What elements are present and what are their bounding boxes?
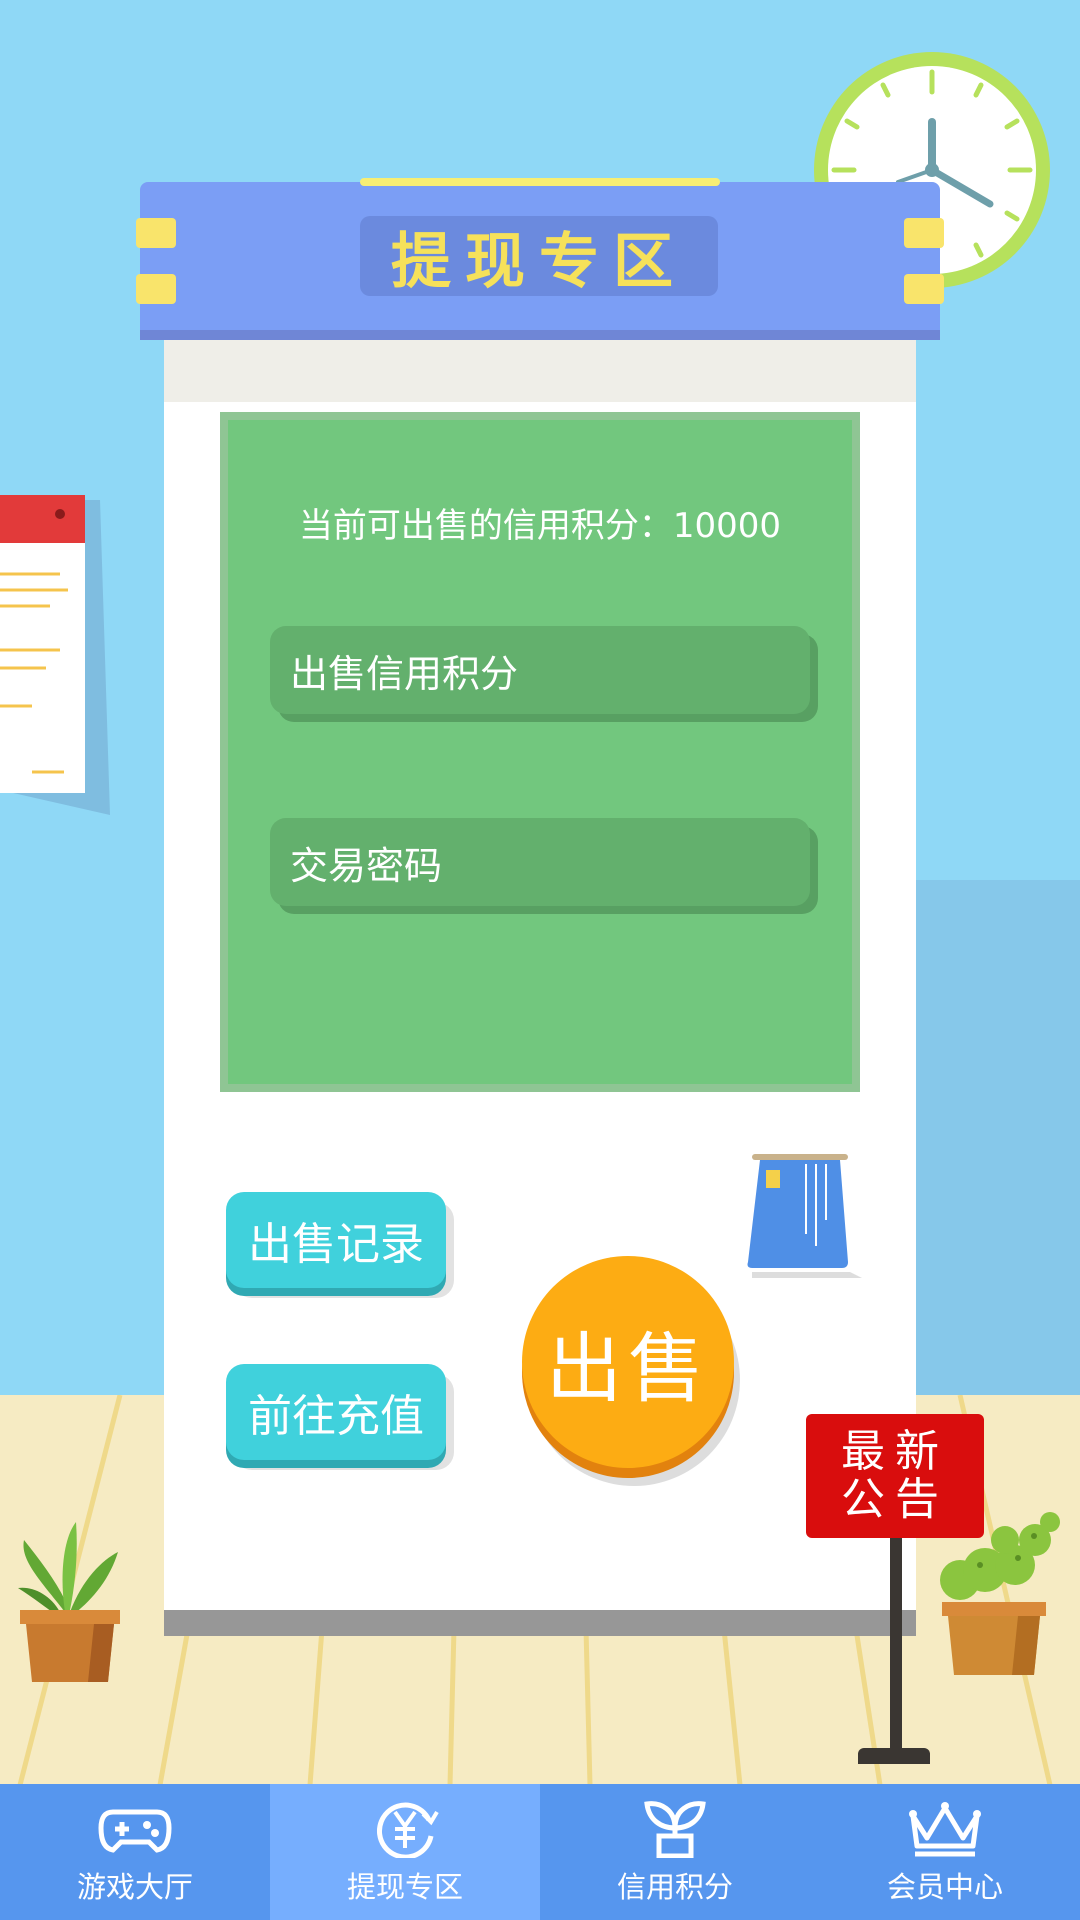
notice-base (858, 1748, 930, 1764)
notice-pole (890, 1538, 902, 1756)
page-title: 提现专区 (360, 216, 718, 297)
board-base (164, 1610, 916, 1636)
nav-label: 会员中心 (886, 1870, 1003, 1904)
board-header-edge (140, 330, 940, 340)
sprout-pot-icon (644, 1801, 706, 1858)
nav-label: 提现专区 (346, 1870, 463, 1904)
potted-plant-icon (18, 1522, 120, 1682)
nav-game-hall[interactable]: 游戏大厅 (0, 1784, 270, 1920)
title-rail (360, 178, 720, 186)
crown-icon (909, 1802, 981, 1857)
header-clip (136, 274, 176, 304)
notice-label-line1: 最新 (841, 1426, 949, 1477)
recharge-button[interactable]: 前往充值 (226, 1364, 446, 1460)
board-top-strip (164, 340, 916, 402)
trade-password-input[interactable]: 交易密码 (270, 818, 810, 906)
available-points-text: 当前可出售的信用积分：10000 (298, 506, 782, 546)
header-clip (136, 218, 176, 248)
nav-label: 信用积分 (616, 1870, 733, 1904)
cactus-pot-icon (940, 1512, 1060, 1675)
nav-withdraw-zone[interactable]: 提现专区 (270, 1784, 540, 1920)
calendar-icon (0, 495, 110, 815)
sell-button[interactable]: 出售 (522, 1256, 734, 1468)
nav-credit-points[interactable]: 信用积分 (540, 1784, 810, 1920)
nav-member-center[interactable]: 会员中心 (810, 1784, 1080, 1920)
bottom-nav: 游戏大厅 提现专区 信用积分 会员中心 (0, 1784, 1080, 1920)
card-holder-icon (747, 1154, 862, 1278)
nav-label: 游戏大厅 (76, 1870, 193, 1904)
header-clip (904, 218, 944, 248)
gamepad-icon (98, 1809, 172, 1853)
sell-points-input[interactable]: 出售信用积分 (270, 626, 810, 714)
wall-shadow (915, 880, 1080, 1400)
sell-record-button[interactable]: 出售记录 (226, 1192, 446, 1288)
header-clip (904, 274, 944, 304)
yen-exchange-icon (376, 1802, 439, 1858)
